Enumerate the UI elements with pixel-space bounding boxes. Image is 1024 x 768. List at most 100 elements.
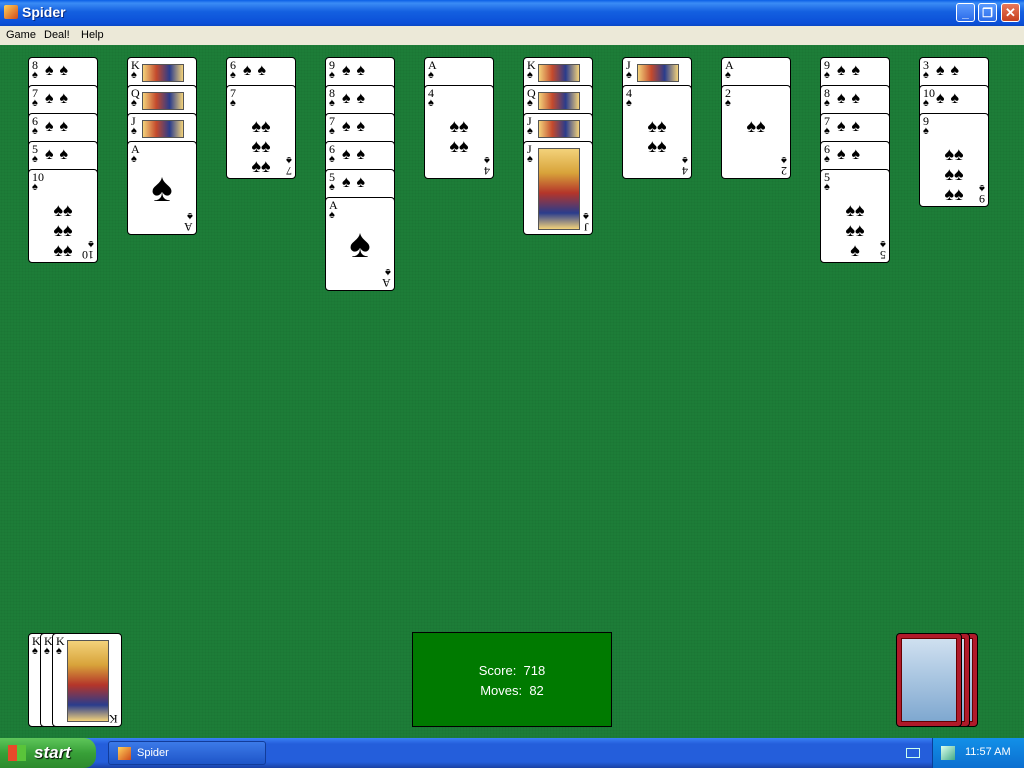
taskbar-item-label: Spider [137, 747, 169, 759]
playing-card[interactable]: 2 ♠ ♠♠ 2 ♠ [721, 85, 791, 179]
spade-icon: ♠ [824, 125, 830, 137]
spade-icon: ♠ [484, 154, 490, 166]
spade-icon: ♠ [880, 238, 886, 250]
playing-card[interactable]: J ♠ J ♠ [523, 141, 593, 235]
network-icon[interactable] [941, 746, 955, 760]
spade-icon: ♠ [682, 154, 688, 166]
window-title: Spider [22, 4, 66, 20]
windows-logo-icon [8, 745, 26, 761]
score-display: Score: 718 [413, 663, 611, 678]
spider-app-icon [118, 747, 131, 760]
spade-icon: ♠♠ [837, 146, 866, 163]
playing-card[interactable]: 4 ♠ ♠♠ ♠♠ 4 ♠ [424, 85, 494, 179]
spade-icon: ♠♠ [342, 174, 371, 191]
spade-icon: ♠♠ [342, 62, 371, 79]
spade-icon: ♠ [131, 125, 137, 137]
spade-icon: ♠♠ [936, 90, 965, 107]
card-rank: 7 [286, 164, 292, 178]
spade-icon: ♠ [824, 181, 830, 193]
spade-icon: ♠ [725, 69, 731, 81]
spade-icon: ♠ [626, 69, 632, 81]
spade-icon: ♠ [329, 209, 335, 221]
spade-icon: ♠ [32, 181, 38, 193]
spade-icon: ♠ [187, 210, 193, 222]
minimize-button[interactable]: _ [956, 3, 975, 22]
face-card-art [142, 120, 184, 138]
spade-icon: ♠ [824, 97, 830, 109]
stock-card-back[interactable] [896, 633, 962, 727]
playing-card[interactable]: A ♠ ♠ A ♠ [325, 197, 395, 291]
spade-icon: ♠ [824, 69, 830, 81]
spade-icon: ♠ [923, 69, 929, 81]
spade-icon: ♠♠ [45, 118, 74, 135]
card-rank: A [184, 220, 193, 234]
title-bar[interactable]: Spider _ ❐ ✕ [0, 0, 1024, 26]
spade-icon: ♠♠ [837, 118, 866, 135]
spade-icon: ♠♠ ♠♠ ♠ [845, 200, 865, 260]
menu-deal[interactable]: Deal! [44, 29, 70, 41]
spade-icon: ♠ [32, 69, 38, 81]
spade-icon: ♠ [583, 210, 589, 222]
menu-help[interactable]: Help [81, 29, 104, 41]
playing-card[interactable]: 5 ♠ ♠♠ ♠♠ ♠ 5 ♠ [820, 169, 890, 263]
spade-icon: ♠♠ ♠♠ ♠♠ ♠ [251, 116, 271, 178]
spade-icon: ♠ [131, 153, 137, 165]
face-card-art [538, 92, 580, 110]
spade-icon: ♠ [428, 97, 434, 109]
spade-icon: ♠ [527, 69, 533, 81]
keyboard-icon[interactable] [906, 748, 920, 758]
playing-card[interactable]: 10♠♠♠ ♠♠ ♠♠ ♠♠ ♠♠10♠ [28, 169, 98, 263]
spade-icon: ♠ [88, 238, 94, 250]
spade-icon: ♠♠ ♠♠ [647, 116, 667, 156]
spade-icon: ♠ [230, 69, 236, 81]
playing-card[interactable]: 7♠♠♠ ♠♠ ♠♠ ♠7♠ [226, 85, 296, 179]
spade-icon: ♠ [527, 97, 533, 109]
spade-icon: ♠ [329, 153, 335, 165]
playing-card[interactable]: 9♠♠♠ ♠♠ ♠♠ ♠♠ ♠9♠ [919, 113, 989, 207]
card-rank: 4 [682, 164, 688, 178]
spade-icon: ♠ [56, 645, 62, 657]
spade-icon: ♠ [349, 222, 371, 266]
menu-bar: Game Deal! Help [0, 26, 1024, 45]
spade-icon: ♠♠ [342, 118, 371, 135]
face-card-art [538, 64, 580, 82]
spade-icon: ♠ [329, 181, 335, 193]
card-rank: 10 [82, 248, 94, 262]
taskbar-item-spider[interactable]: Spider [108, 741, 266, 765]
card-rank: 4 [484, 164, 490, 178]
close-button[interactable]: ✕ [1001, 3, 1020, 22]
spade-icon: ♠ [230, 97, 236, 109]
playing-card[interactable]: A ♠ ♠ A ♠ [127, 141, 197, 235]
spade-icon: ♠ [32, 153, 38, 165]
system-tray: 11:57 AM [932, 738, 1024, 768]
spade-icon: ♠♠ ♠♠ ♠♠ ♠♠ ♠ [944, 144, 964, 206]
spade-icon: ♠ [151, 166, 173, 210]
spade-icon: ♠♠ [746, 116, 766, 136]
spade-icon: ♠♠ [342, 146, 371, 163]
score-panel: Score: 718 Moves: 82 [412, 632, 612, 727]
maximize-button[interactable]: ❐ [978, 3, 997, 22]
spade-icon: ♠ [32, 125, 38, 137]
spade-icon: ♠♠ [45, 146, 74, 163]
taskbar: start Spider 11:57 AM [0, 738, 1024, 768]
clock: 11:57 AM [965, 746, 1011, 758]
spade-icon: ♠ [44, 645, 50, 657]
spade-icon: ♠♠ ♠♠ [449, 116, 469, 156]
spade-icon: ♠ [329, 125, 335, 137]
face-card-art [142, 92, 184, 110]
playing-card[interactable]: 4 ♠ ♠♠ ♠♠ 4 ♠ [622, 85, 692, 179]
spider-web-icon [901, 638, 957, 722]
menu-game[interactable]: Game [6, 29, 36, 41]
moves-label: Moves: [480, 683, 523, 698]
spade-icon: ♠ [626, 97, 632, 109]
moves-value: 82 [529, 683, 544, 698]
spade-icon: ♠ [286, 154, 292, 166]
card-rank: 9 [979, 192, 985, 206]
spade-icon: ♠♠ [243, 62, 272, 79]
start-label: start [34, 743, 71, 762]
face-card-art [67, 640, 109, 722]
spade-icon: ♠♠ [342, 90, 371, 107]
start-button[interactable]: start [0, 738, 96, 768]
spade-icon: ♠ [923, 125, 929, 137]
face-card-art [538, 148, 580, 230]
